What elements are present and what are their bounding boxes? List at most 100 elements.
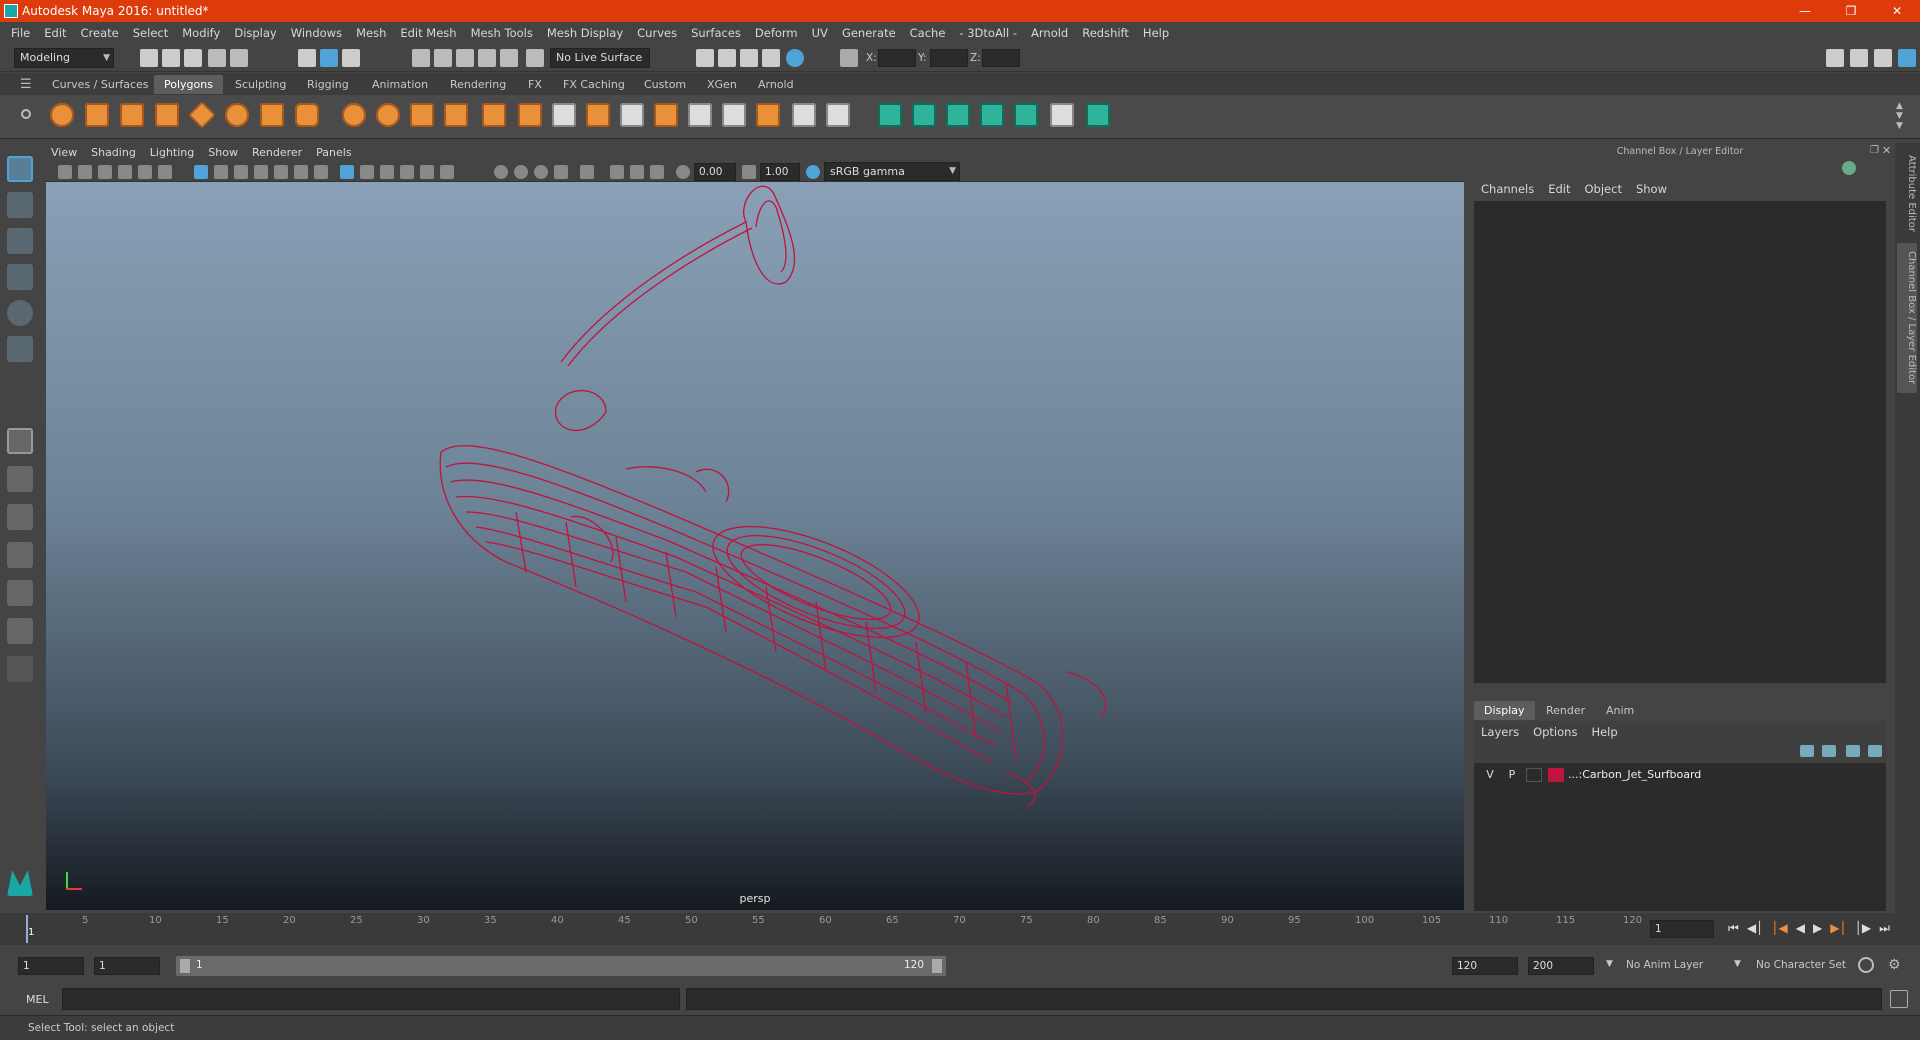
target-weld-icon[interactable]: [792, 103, 816, 127]
y-input[interactable]: [930, 49, 968, 67]
grease-pencil-icon[interactable]: [158, 165, 172, 179]
menu-generate[interactable]: Generate: [835, 26, 903, 40]
safe-action-icon[interactable]: [294, 165, 308, 179]
poly-pipe-icon[interactable]: [295, 103, 319, 127]
cut-uv-icon[interactable]: [1086, 103, 1110, 127]
safe-title-icon[interactable]: [314, 165, 328, 179]
resolution-gate-icon[interactable]: [234, 165, 248, 179]
playback-start-input[interactable]: 1: [94, 957, 160, 975]
menu-curves[interactable]: Curves: [630, 26, 684, 40]
camera-attributes-icon[interactable]: [78, 165, 92, 179]
uv-editor-icon[interactable]: [1014, 103, 1038, 127]
character-set-dropdown[interactable]: No Character Set: [1756, 959, 1846, 971]
shelf-tab-rendering[interactable]: Rendering: [440, 75, 516, 94]
shelf-tab-arnold[interactable]: Arnold: [748, 75, 804, 94]
xray-components-icon[interactable]: [650, 165, 664, 179]
script-language-label[interactable]: MEL: [26, 993, 49, 1006]
mode-dropdown[interactable]: Modeling ▼: [14, 48, 114, 68]
channel-menu-channels[interactable]: Channels: [1474, 182, 1541, 196]
x-input[interactable]: [878, 49, 916, 67]
z-input[interactable]: [982, 49, 1020, 67]
menu-edit[interactable]: Edit: [37, 26, 73, 40]
layer-display-type-toggle[interactable]: [1526, 768, 1542, 782]
layer-menu-layers[interactable]: Layers: [1474, 725, 1526, 739]
menu-uv[interactable]: UV: [805, 26, 835, 40]
auto-key-icon[interactable]: [1858, 957, 1874, 973]
render-view-icon[interactable]: [786, 49, 804, 67]
outliner-persp-layout-icon[interactable]: [7, 618, 33, 644]
move-layer-down-icon[interactable]: [1822, 745, 1836, 757]
manipulator-icon[interactable]: [1842, 161, 1856, 175]
menu-windows[interactable]: Windows: [284, 26, 349, 40]
move-tool-icon[interactable]: [7, 264, 33, 290]
viewport-menu-shading[interactable]: Shading: [84, 146, 143, 159]
xray-icon[interactable]: [610, 165, 624, 179]
layer-color-swatch[interactable]: [1548, 768, 1564, 782]
channel-menu-show[interactable]: Show: [1629, 182, 1674, 196]
layer-menu-help[interactable]: Help: [1584, 725, 1624, 739]
hypershade-icon[interactable]: [762, 49, 780, 67]
cylindrical-uv-icon[interactable]: [912, 103, 936, 127]
range-end-handle[interactable]: [932, 959, 942, 973]
use-default-material-icon[interactable]: [380, 165, 394, 179]
shelf-tab-curves-surfaces[interactable]: Curves / Surfaces: [42, 75, 159, 94]
exposure-icon[interactable]: [676, 165, 690, 179]
shelf-tab-custom[interactable]: Custom: [634, 75, 696, 94]
anim-layer-dropdown[interactable]: No Anim Layer: [1626, 959, 1703, 971]
current-frame-input[interactable]: 1: [1650, 920, 1714, 938]
live-surface-icon[interactable]: [526, 49, 544, 67]
menu-cache[interactable]: Cache: [903, 26, 953, 40]
range-start-handle[interactable]: [180, 959, 190, 973]
channel-menu-object[interactable]: Object: [1578, 182, 1629, 196]
shelf-tab-polygons[interactable]: Polygons: [154, 75, 223, 94]
time-slider[interactable]: 1 5 10 15 20 25 30 35 40 45 50 55 60 65 …: [0, 913, 1920, 945]
menu-redshift[interactable]: Redshift: [1075, 26, 1136, 40]
bevel-icon[interactable]: [586, 103, 610, 127]
viewport-menu-panels[interactable]: Panels: [309, 146, 358, 159]
separate-icon[interactable]: [376, 103, 400, 127]
shelf-tab-fx-caching[interactable]: FX Caching: [553, 75, 635, 94]
layer-row[interactable]: V P ...:Carbon_Jet_Surfboard: [1474, 766, 1886, 784]
fill-hole-icon[interactable]: [826, 103, 850, 127]
shadows-icon[interactable]: [494, 165, 508, 179]
close-button[interactable]: ✕: [1874, 0, 1920, 22]
shelf-tab-xgen[interactable]: XGen: [697, 75, 747, 94]
bridge-icon[interactable]: [620, 103, 644, 127]
colorspace-dropdown[interactable]: sRGB gamma ▼: [824, 162, 960, 181]
poly-cylinder-icon[interactable]: [120, 103, 144, 127]
smooth-shade-icon[interactable]: [360, 165, 374, 179]
collapse-toolbox-icon[interactable]: [7, 656, 33, 682]
gate-mask-icon[interactable]: [254, 165, 268, 179]
bookmark-icon[interactable]: [98, 165, 112, 179]
step-back-key-icon[interactable]: │◀: [1771, 921, 1787, 936]
poly-plane-icon[interactable]: [188, 101, 216, 129]
append-polygon-icon[interactable]: [654, 103, 678, 127]
tool-settings-icon[interactable]: [1874, 49, 1892, 67]
boolean-icon[interactable]: [482, 103, 506, 127]
channel-menu-edit[interactable]: Edit: [1541, 182, 1577, 196]
step-back-icon[interactable]: ◀│: [1747, 921, 1763, 936]
range-slider[interactable]: 1 120: [176, 956, 946, 976]
use-all-lights-icon[interactable]: [440, 165, 454, 179]
menu-surfaces[interactable]: Surfaces: [684, 26, 748, 40]
automatic-uv-icon[interactable]: [980, 103, 1004, 127]
move-layer-up-icon[interactable]: [1800, 745, 1814, 757]
script-editor-icon[interactable]: [1890, 990, 1908, 1008]
menu-modify[interactable]: Modify: [175, 26, 227, 40]
merge-icon[interactable]: [756, 103, 780, 127]
isolate-select-icon[interactable]: [580, 165, 594, 179]
render-frame-icon[interactable]: [696, 49, 714, 67]
chevron-down-icon[interactable]: ▼: [1734, 959, 1741, 969]
multi-cut-icon[interactable]: [552, 103, 576, 127]
shelf-tab-rigging[interactable]: Rigging: [297, 75, 359, 94]
extrude-icon[interactable]: [518, 103, 542, 127]
gamma-input[interactable]: 1.00: [760, 163, 800, 181]
command-input[interactable]: [62, 988, 680, 1010]
restore-button[interactable]: ❐: [1828, 0, 1874, 22]
select-camera-icon[interactable]: [58, 165, 72, 179]
perspective-viewport[interactable]: persp: [46, 182, 1464, 910]
shelf-scroll-icon[interactable]: ▲ ▼ ▼: [1896, 101, 1903, 131]
xray-joints-icon[interactable]: [630, 165, 644, 179]
viewport-menu-view[interactable]: View: [44, 146, 84, 159]
gamma-icon[interactable]: [742, 165, 756, 179]
